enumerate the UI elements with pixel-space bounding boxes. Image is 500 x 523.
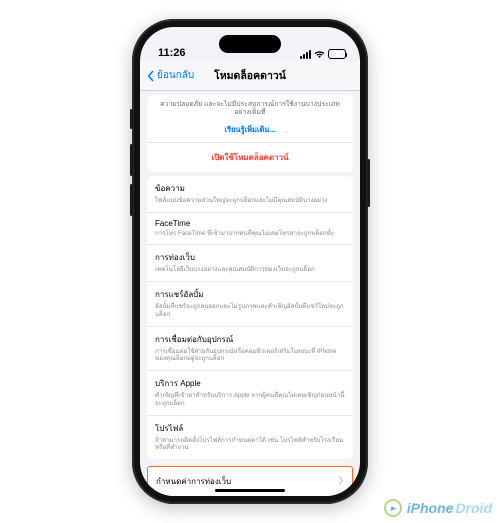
back-button[interactable]: ย้อนกลับ bbox=[146, 68, 194, 83]
intro-text: ความปลอดภัย และจะไม่มีประสบการณ์การใช้งา… bbox=[147, 95, 353, 122]
list-item: การท่องเว็บ เทคโนโลยีเว็บบางอย่างและคุณส… bbox=[147, 245, 353, 282]
page-title: โหมดล็อคดาวน์ bbox=[214, 67, 286, 84]
list-item: ข้อความ ไฟล์แนบข้อความส่วนใหญ่จะถูกบล็อก… bbox=[147, 176, 353, 213]
power-button bbox=[367, 159, 370, 207]
item-title: ข้อความ bbox=[155, 182, 345, 195]
item-title: บริการ Apple bbox=[155, 377, 345, 390]
item-title: FaceTime bbox=[155, 219, 345, 228]
back-label: ย้อนกลับ bbox=[157, 68, 194, 83]
item-desc: เทคโนโลยีเว็บบางอย่างและคุณสมบัติการท่อง… bbox=[155, 266, 345, 274]
item-desc: การโทร FaceTime ที่เข้ามาจากคนที่คุณไม่เ… bbox=[155, 230, 345, 238]
side-button bbox=[130, 109, 133, 129]
list-item: การแชร์อัลบั้ม อัลบั้มที่แชร์จะถูกลบออกแ… bbox=[147, 282, 353, 327]
status-time: 11:26 bbox=[158, 47, 186, 59]
item-title: การเชื่อมต่อกับอุปกรณ์ bbox=[155, 333, 345, 346]
battery-icon: 75 bbox=[328, 49, 346, 59]
wifi-icon bbox=[314, 50, 325, 59]
iphone-frame: 11:26 75 ย้อนกลับ โหมดล็อคดาวน์ ความปลอด… bbox=[132, 19, 368, 504]
features-section: ข้อความ ไฟล์แนบข้อความส่วนใหญ่จะถูกบล็อก… bbox=[147, 176, 353, 459]
list-item: การเชื่อมต่อกับอุปกรณ์ การเชื่อมต่อใช้สา… bbox=[147, 327, 353, 372]
list-item: FaceTime การโทร FaceTime ที่เข้ามาจากคนท… bbox=[147, 213, 353, 246]
enable-lockdown-button[interactable]: เปิดใช้โหมดล็อคดาวน์ bbox=[147, 142, 353, 172]
chevron-right-icon bbox=[338, 476, 344, 487]
item-desc: ไฟล์แนบข้อความส่วนใหญ่จะถูกบล็อกและไม่มี… bbox=[155, 197, 345, 205]
screen: 11:26 75 ย้อนกลับ โหมดล็อคดาวน์ ความปลอด… bbox=[140, 27, 360, 496]
watermark-text-1: iPhone bbox=[407, 500, 454, 516]
nav-bar: ย้อนกลับ โหมดล็อคดาวน์ bbox=[140, 61, 360, 91]
item-desc: ถ้าสามารถติดตั้งโปรไฟล์การกำหนดค่าได้ เช… bbox=[155, 437, 345, 453]
watermark-logo-icon: ▸ bbox=[384, 499, 402, 517]
dynamic-island bbox=[219, 35, 281, 53]
item-desc: การเชื่อมต่อใช้สายกับอุปกรณ์หรือคอมพิวเต… bbox=[155, 348, 345, 364]
item-desc: อัลบั้มที่แชร์จะถูกลบออกและไม่รูปภาพและค… bbox=[155, 303, 345, 319]
configure-web-label: กำหนดค่าการท่องเว็บ bbox=[156, 475, 231, 488]
item-desc: คำเชิญที่เข้ามาสำหรับบริการ Apple จากผู้… bbox=[155, 392, 345, 408]
content-scroll[interactable]: ความปลอดภัย และจะไม่มีประสบการณ์การใช้งา… bbox=[140, 91, 360, 496]
watermark-text-2: Droid bbox=[455, 500, 492, 516]
list-item: โปรไฟล์ ถ้าสามารถติดตั้งโปรไฟล์การกำหนดค… bbox=[147, 416, 353, 460]
volume-down-button bbox=[130, 184, 133, 216]
item-title: โปรไฟล์ bbox=[155, 422, 345, 435]
volume-up-button bbox=[130, 144, 133, 176]
home-indicator[interactable] bbox=[215, 489, 285, 492]
item-title: การแชร์อัลบั้ม bbox=[155, 288, 345, 301]
signal-icon bbox=[300, 50, 311, 59]
chevron-left-icon bbox=[146, 70, 156, 82]
learn-more-link[interactable]: เรียนรู้เพิ่มเติม... bbox=[147, 122, 353, 142]
list-item: บริการ Apple คำเชิญที่เข้ามาสำหรับบริการ… bbox=[147, 371, 353, 416]
intro-card: ความปลอดภัย และจะไม่มีประสบการณ์การใช้งา… bbox=[147, 95, 353, 172]
watermark: ▸ iPhoneDroid bbox=[384, 499, 492, 517]
item-title: การท่องเว็บ bbox=[155, 251, 345, 264]
